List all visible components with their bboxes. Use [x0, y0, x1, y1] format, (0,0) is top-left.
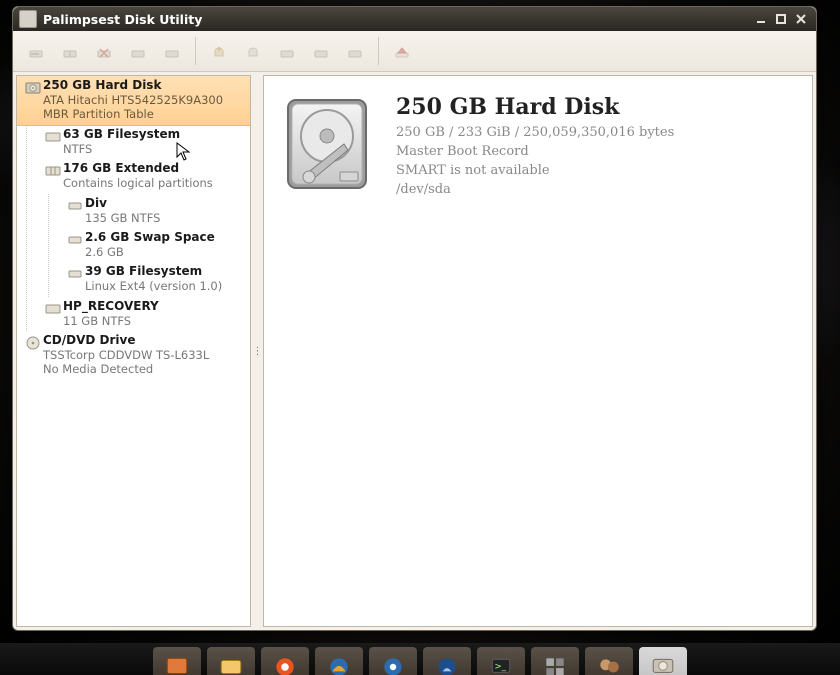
- drive-icon: [23, 80, 43, 122]
- tool-unmount-icon[interactable]: [238, 36, 268, 66]
- svg-text:>_: >_: [495, 662, 507, 672]
- tree-item-partition[interactable]: 63 GB Filesystem NTFS: [17, 125, 250, 159]
- taskbar-item[interactable]: [261, 647, 309, 675]
- tree-item-subtitle: Linux Ext4 (version 1.0): [85, 279, 244, 293]
- partition-icon: [43, 301, 63, 328]
- partition-icon: [65, 266, 85, 293]
- partition-icon: [65, 198, 85, 225]
- tree-item-title: 250 GB Hard Disk: [43, 78, 244, 93]
- tree-item-title: 2.6 GB Swap Space: [85, 230, 244, 245]
- tool-erase-icon[interactable]: [387, 36, 417, 66]
- close-button[interactable]: [792, 11, 810, 27]
- taskbar-item[interactable]: [423, 647, 471, 675]
- tree-item-title: HP_RECOVERY: [63, 299, 244, 314]
- detail-size: 250 GB / 233 GiB / 250,059,350,016 bytes: [396, 124, 674, 143]
- window-title: Palimpsest Disk Utility: [43, 12, 750, 27]
- tool-delete-icon[interactable]: [89, 36, 119, 66]
- tree-item-logical[interactable]: 39 GB Filesystem Linux Ext4 (version 1.0…: [17, 262, 250, 296]
- tool-partition-icon[interactable]: [55, 36, 85, 66]
- detail-pane: 250 GB Hard Disk 250 GB / 233 GiB / 250,…: [263, 75, 813, 627]
- taskbar-item[interactable]: [531, 647, 579, 675]
- detail-device: /dev/sda: [396, 181, 674, 200]
- minimize-button[interactable]: [752, 11, 770, 27]
- tree-item-title: 39 GB Filesystem: [85, 264, 244, 279]
- tree-item-title: CD/DVD Drive: [43, 333, 244, 348]
- tool-mount-icon[interactable]: [204, 36, 234, 66]
- tool-benchmark-icon[interactable]: [306, 36, 336, 66]
- taskbar-item[interactable]: [153, 647, 201, 675]
- tool-label-icon[interactable]: [123, 36, 153, 66]
- tree-item-subtitle: 11 GB NTFS: [63, 314, 244, 328]
- taskbar-item-active[interactable]: [639, 647, 687, 675]
- hard-disk-icon: [282, 94, 372, 194]
- tree-item-title: Div: [85, 196, 244, 211]
- tree-item-subtitle-2: MBR Partition Table: [43, 107, 244, 121]
- tree-item-title: 63 GB Filesystem: [63, 127, 244, 142]
- tree-item-logical[interactable]: Div 135 GB NTFS: [17, 194, 250, 228]
- taskbar-item[interactable]: >_: [477, 647, 525, 675]
- tree-item-subtitle: ATA Hitachi HTS542525K9A300: [43, 93, 244, 107]
- tree-item-subtitle: 2.6 GB: [85, 245, 244, 259]
- tree-item-optical[interactable]: CD/DVD Drive TSSTcorp CDDVDW TS-L633L No…: [17, 331, 250, 380]
- taskbar-item[interactable]: [369, 647, 417, 675]
- tree-item-extended[interactable]: 176 GB Extended Contains logical partiti…: [17, 159, 250, 193]
- toolbar-separator: [195, 37, 196, 65]
- tree-item-title: 176 GB Extended: [63, 161, 244, 176]
- title-bar[interactable]: Palimpsest Disk Utility: [13, 7, 816, 31]
- tree-item-subtitle: Contains logical partitions: [63, 176, 244, 190]
- app-icon: [19, 10, 37, 28]
- pane-splitter[interactable]: [254, 75, 260, 627]
- tree-item-subtitle-2: No Media Detected: [43, 362, 244, 376]
- partition-icon: [43, 163, 63, 190]
- taskbar-item[interactable]: [315, 647, 363, 675]
- taskbar-item[interactable]: [207, 647, 255, 675]
- tree-item-subtitle: 135 GB NTFS: [85, 211, 244, 225]
- optical-drive-icon: [23, 335, 43, 377]
- partition-icon: [65, 232, 85, 259]
- detail-title: 250 GB Hard Disk: [396, 94, 674, 120]
- detail-scheme: Master Boot Record: [396, 143, 674, 162]
- tree-item-hard-disk[interactable]: 250 GB Hard Disk ATA Hitachi HTS542525K9…: [17, 75, 250, 126]
- tree-item-subtitle: TSSTcorp CDDVDW TS-L633L: [43, 348, 244, 362]
- detail-smart: SMART is not available: [396, 162, 674, 181]
- tool-format-icon[interactable]: [21, 36, 51, 66]
- app-window: Palimpsest Disk Utility: [12, 6, 817, 631]
- tool-eject-icon[interactable]: [272, 36, 302, 66]
- toolbar-separator-2: [378, 37, 379, 65]
- toolbar: [13, 31, 816, 72]
- tool-check-icon[interactable]: [157, 36, 187, 66]
- tree-item-partition[interactable]: HP_RECOVERY 11 GB NTFS: [17, 297, 250, 331]
- maximize-button[interactable]: [772, 11, 790, 27]
- tool-safely-remove-icon[interactable]: [340, 36, 370, 66]
- taskbar-item[interactable]: [585, 647, 633, 675]
- partition-icon: [43, 129, 63, 156]
- tree-item-swap[interactable]: 2.6 GB Swap Space 2.6 GB: [17, 228, 250, 262]
- taskbar[interactable]: >_: [0, 643, 840, 675]
- tree-item-subtitle: NTFS: [63, 142, 244, 156]
- device-tree[interactable]: 250 GB Hard Disk ATA Hitachi HTS542525K9…: [16, 75, 251, 627]
